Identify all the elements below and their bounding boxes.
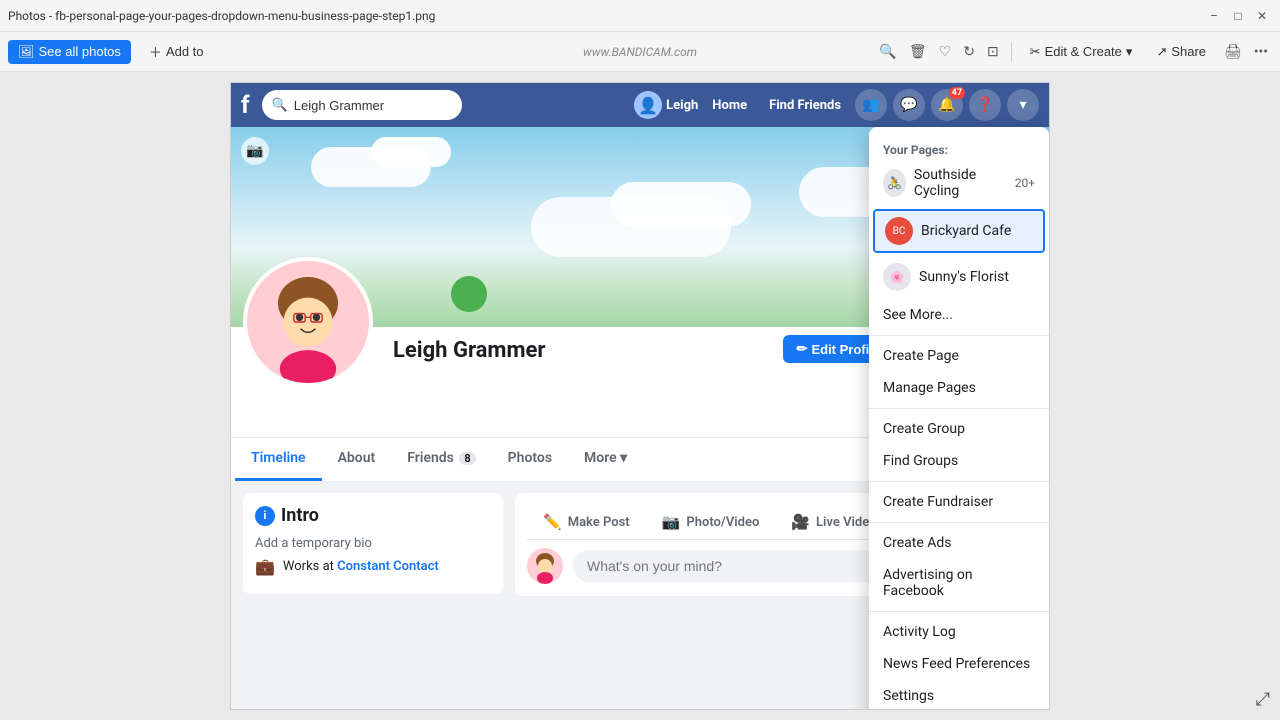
see-more-pages-link[interactable]: See More... [869, 299, 1049, 331]
tab-friends[interactable]: Friends 8 [391, 438, 491, 481]
camera-tab-icon: 📷 [662, 513, 681, 531]
add-to-button[interactable]: ＋ Add to [139, 38, 214, 65]
video-tab-icon: 🎥 [791, 513, 810, 531]
pages-dropdown: Your Pages: 🚴 Southside Cycling 20+ BC B… [869, 127, 1049, 710]
page-southside-cycling[interactable]: 🚴 Southside Cycling 20+ [869, 159, 1049, 207]
rotate-icon[interactable]: ↻ [959, 40, 979, 64]
facebook-navbar: f 🔍 👤 Leigh Home Find Friends 👥 💬 🔔 47 ❓ [231, 83, 1049, 127]
brickyard-cafe-icon: BC [885, 217, 913, 245]
plus-icon: ＋ [149, 42, 162, 61]
notification-badge: 47 [949, 87, 965, 99]
fundraiser-section: Create Fundraiser [869, 482, 1049, 523]
sidebar: i Intro Add a temporary bio 💼 Works at C… [243, 493, 503, 604]
search-icon: 🔍 [272, 98, 288, 113]
profile-name: Leigh Grammer [393, 338, 545, 363]
settings-section: Activity Log News Feed Preferences Setti… [869, 612, 1049, 710]
facebook-logo: f [241, 91, 250, 119]
page-sunnys-florist[interactable]: 🌸 Sunny's Florist [869, 255, 1049, 299]
tab-timeline[interactable]: Timeline [235, 438, 322, 481]
create-ads-item[interactable]: Create Ads [869, 527, 1049, 559]
favorite-icon[interactable]: ♡ [935, 40, 956, 64]
delete-icon[interactable]: 🗑 [905, 40, 931, 64]
help-icon[interactable]: ❓ [969, 89, 1001, 121]
green-circle [451, 276, 487, 312]
post-avatar [527, 548, 563, 584]
avatar-svg [247, 261, 369, 383]
photos-icon: 🖼 [18, 44, 35, 60]
make-post-tab[interactable]: ✏️ Make Post [527, 505, 646, 539]
see-all-photos-button[interactable]: 🖼 See all photos [8, 40, 131, 64]
content-area: f 🔍 👤 Leigh Home Find Friends 👥 💬 🔔 47 ❓ [0, 72, 1280, 720]
sunnys-florist-icon: 🌸 [883, 263, 911, 291]
edit-create-button[interactable]: ✂ Edit & Create ▾ [1020, 40, 1143, 64]
southside-cycling-icon: 🚴 [883, 169, 906, 197]
groups-section: Create Group Find Groups [869, 409, 1049, 482]
news-feed-prefs-item[interactable]: News Feed Preferences [869, 648, 1049, 680]
intro-icon: i [255, 506, 275, 526]
settings-item[interactable]: Settings [869, 680, 1049, 710]
toolbar: 🖼 See all photos ＋ Add to www.BANDICAM.c… [0, 32, 1280, 72]
create-fundraiser-item[interactable]: Create Fundraiser [869, 486, 1049, 518]
create-page-item[interactable]: Create Page [869, 340, 1049, 372]
tab-more[interactable]: More ▾ [568, 438, 643, 481]
account-menu-icon[interactable]: ▾ [1007, 89, 1039, 121]
pencil-icon: ✏ [797, 341, 808, 357]
expand-icon[interactable]: ⤢ [1256, 689, 1270, 710]
page-brickyard-cafe[interactable]: BC Brickyard Cafe [873, 209, 1045, 253]
window-title: Photos - fb-personal-page-your-pages-dro… [8, 9, 1272, 23]
create-manage-section: Create Page Manage Pages [869, 336, 1049, 409]
chevron-down-icon: ▾ [620, 450, 627, 466]
find-groups-item[interactable]: Find Groups [869, 445, 1049, 477]
notifications-icon[interactable]: 🔔 47 [931, 89, 963, 121]
your-pages-section: Your Pages: 🚴 Southside Cycling 20+ BC B… [869, 135, 1049, 336]
manage-pages-item[interactable]: Manage Pages [869, 372, 1049, 404]
home-link[interactable]: Home [704, 98, 755, 113]
window-controls: – □ ✕ [1204, 6, 1272, 26]
add-bio-link[interactable]: Add a temporary bio [255, 536, 491, 551]
maximize-button[interactable]: □ [1228, 6, 1248, 26]
works-at-item: 💼 Works at Constant Contact [255, 557, 491, 576]
messenger-icon[interactable]: 💬 [893, 89, 925, 121]
edit-icon: ✂ [1030, 44, 1041, 60]
nav-user[interactable]: 👤 Leigh [634, 91, 698, 119]
zoom-in-icon[interactable]: 🔍 [875, 40, 900, 64]
pencil-tab-icon: ✏️ [543, 513, 562, 531]
tab-about[interactable]: About [322, 438, 392, 481]
cloud-2 [371, 137, 451, 167]
briefcase-icon: 💼 [255, 557, 275, 576]
print-icon[interactable]: 🖨 [1220, 40, 1246, 64]
crop-icon[interactable]: ⊡ [983, 40, 1003, 64]
watermark: www.BANDICAM.com [583, 45, 697, 59]
toolbar-right: 🔍 🗑 ♡ ↻ ⊡ ✂ Edit & Create ▾ ↗ Share 🖨 ••… [875, 40, 1272, 64]
advertising-item[interactable]: Advertising on Facebook [869, 559, 1049, 607]
search-input[interactable] [294, 98, 470, 113]
ads-section: Create Ads Advertising on Facebook [869, 523, 1049, 612]
chevron-down-icon: ▾ [1126, 44, 1133, 60]
facebook-ui: f 🔍 👤 Leigh Home Find Friends 👥 💬 🔔 47 ❓ [230, 82, 1050, 710]
create-group-item[interactable]: Create Group [869, 413, 1049, 445]
post-avatar-svg [527, 548, 563, 584]
intro-box: i Intro Add a temporary bio 💼 Works at C… [243, 493, 503, 594]
more-options-icon[interactable]: ••• [1250, 40, 1272, 64]
nav-avatar: 👤 [634, 91, 662, 119]
cloud-6 [611, 182, 751, 227]
separator [1011, 42, 1012, 62]
share-button[interactable]: ↗ Share [1146, 40, 1216, 64]
photo-video-tab[interactable]: 📷 Photo/Video [646, 505, 776, 539]
minimize-button[interactable]: – [1204, 6, 1224, 26]
share-icon: ↗ [1156, 44, 1167, 60]
camera-icon[interactable]: 📷 [241, 137, 269, 165]
profile-picture[interactable] [243, 257, 373, 387]
tab-photos[interactable]: Photos [492, 438, 568, 481]
close-button[interactable]: ✕ [1252, 6, 1272, 26]
friends-icon[interactable]: 👥 [855, 89, 887, 121]
your-pages-label: Your Pages: [869, 139, 1049, 159]
friends-badge: 8 [459, 452, 475, 465]
intro-title: i Intro [255, 505, 491, 526]
window-bar: Photos - fb-personal-page-your-pages-dro… [0, 0, 1280, 32]
nav-right: 👤 Leigh Home Find Friends 👥 💬 🔔 47 ❓ ▾ [634, 89, 1039, 121]
find-friends-link[interactable]: Find Friends [761, 98, 849, 113]
search-bar[interactable]: 🔍 [262, 90, 462, 120]
activity-log-item[interactable]: Activity Log [869, 616, 1049, 648]
